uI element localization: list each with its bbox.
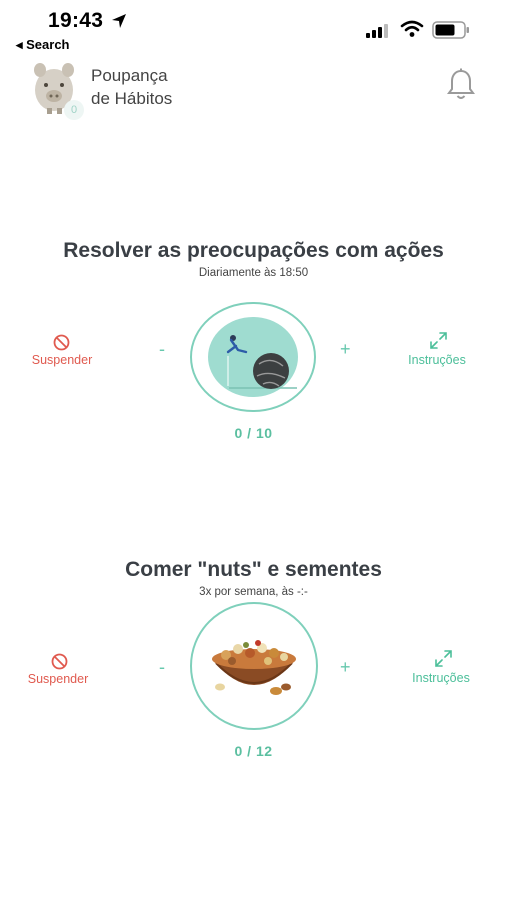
wifi-icon bbox=[400, 20, 424, 37]
instructions-button[interactable]: Instruções bbox=[397, 353, 477, 367]
instructions-button[interactable]: Instruções bbox=[401, 671, 481, 685]
decrement-button[interactable]: - bbox=[159, 339, 165, 360]
decrement-button[interactable]: - bbox=[159, 657, 165, 678]
cellular-signal-icon bbox=[366, 24, 388, 38]
expand-icon[interactable] bbox=[435, 650, 452, 667]
status-time: 19:43 bbox=[48, 9, 104, 32]
habit-title: Resolver as preocupações com ações bbox=[63, 239, 444, 262]
points-badge: 0 bbox=[64, 100, 84, 120]
nuts-bowl-illustration bbox=[212, 640, 296, 695]
back-to-search-link[interactable]: ◂ Search bbox=[16, 37, 70, 53]
habit-schedule: 3x por semana, às -:- bbox=[199, 586, 308, 598]
suspend-button[interactable]: Suspender bbox=[18, 672, 98, 686]
app-title-line2: de Hábitos bbox=[91, 89, 173, 108]
suspend-button[interactable]: Suspender bbox=[22, 353, 102, 367]
expand-icon[interactable] bbox=[430, 332, 447, 349]
habit-title: Comer "nuts" e sementes bbox=[125, 558, 382, 581]
bell-icon[interactable] bbox=[446, 68, 476, 102]
increment-button[interactable]: + bbox=[340, 657, 351, 678]
battery-icon bbox=[432, 21, 469, 39]
worries-illustration bbox=[208, 317, 298, 397]
suspend-icon[interactable] bbox=[51, 653, 68, 670]
habit-progress: 0 / 10 bbox=[234, 425, 273, 441]
suspend-icon[interactable] bbox=[53, 334, 70, 351]
habit-image-button[interactable] bbox=[190, 302, 316, 412]
habit-schedule: Diariamente às 18:50 bbox=[198, 267, 309, 279]
habit-image-button[interactable] bbox=[190, 602, 318, 730]
app-title: Poupança de Hábitos bbox=[91, 64, 231, 110]
app-title-line1: Poupança bbox=[91, 66, 168, 85]
habit-progress: 0 / 12 bbox=[234, 743, 273, 759]
location-arrow-icon bbox=[112, 14, 126, 28]
increment-button[interactable]: + bbox=[340, 339, 351, 360]
